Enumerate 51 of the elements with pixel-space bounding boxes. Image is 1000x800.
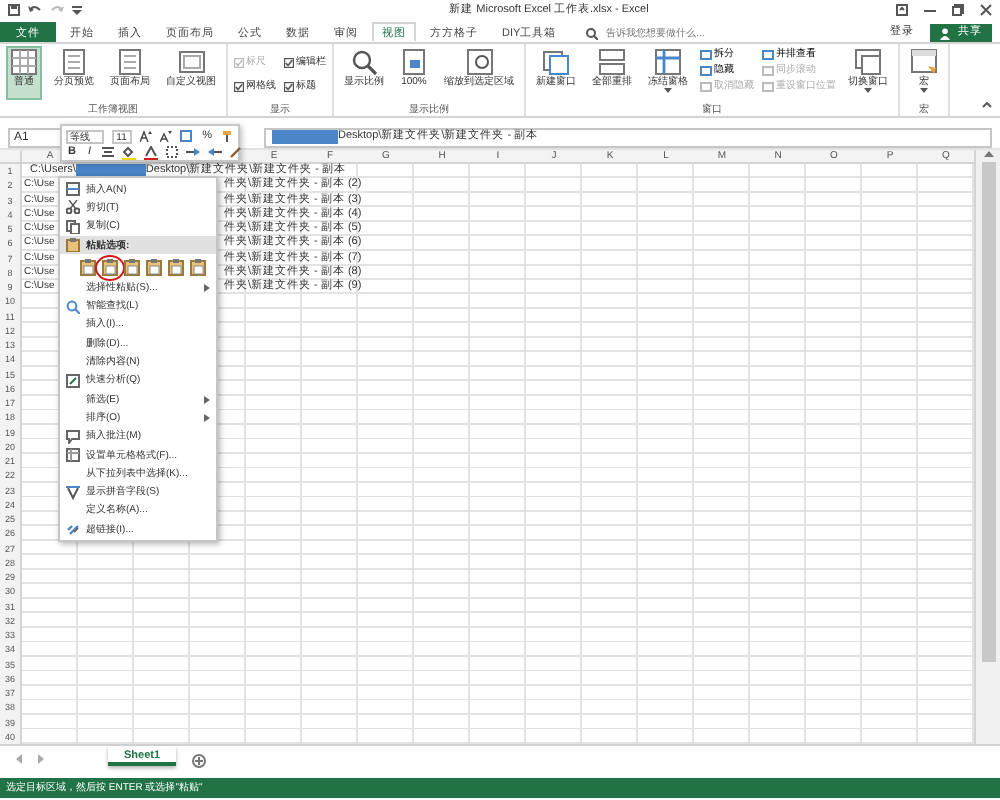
comment-icon (66, 429, 80, 444)
insert-icon (66, 182, 80, 197)
new-window-icon (542, 48, 570, 76)
link-icon (66, 522, 80, 537)
paste-option-icon[interactable] (168, 257, 184, 276)
search-icon (586, 28, 599, 40)
zoom-selection-icon (465, 48, 493, 76)
format-painter-icon[interactable] (222, 130, 234, 142)
paste-option-icon[interactable] (102, 257, 118, 276)
paste-option-icon[interactable] (146, 257, 162, 276)
checkbox[interactable] (234, 81, 244, 91)
submenu-arrow-icon (204, 283, 210, 292)
copy-icon (66, 219, 80, 234)
scroll-up-icon[interactable] (983, 150, 993, 158)
paste-option-icon[interactable] (80, 257, 96, 276)
paste-option-icon[interactable] (124, 257, 140, 276)
maximize-icon[interactable] (952, 4, 964, 16)
vertical-scrollbar[interactable] (974, 150, 1000, 744)
scissors-icon (66, 200, 80, 215)
save-icon[interactable] (8, 4, 20, 16)
collapse-ribbon-icon[interactable] (982, 102, 992, 108)
page-icon (60, 48, 88, 76)
paste-option-icon[interactable] (190, 257, 206, 276)
frame-icon (177, 48, 205, 76)
freeze-panes-icon (654, 48, 682, 76)
undo-icon[interactable] (28, 4, 42, 16)
brush-icon[interactable] (229, 146, 242, 158)
checkbox[interactable] (284, 81, 294, 91)
minimize-icon[interactable] (924, 4, 936, 16)
arrange-windows-icon (598, 48, 626, 76)
decrease-font-icon[interactable] (160, 130, 173, 142)
customize-icon[interactable] (72, 4, 82, 16)
grid-page-icon (10, 48, 38, 76)
borders-icon[interactable] (165, 146, 178, 158)
increase-font-icon[interactable] (140, 130, 153, 142)
font-color-icon[interactable] (143, 145, 158, 159)
search-icon (66, 299, 80, 314)
clipboard-icon (66, 238, 80, 253)
macro-icon (910, 48, 938, 76)
ribbon-options-icon[interactable] (896, 4, 908, 16)
page-icon (116, 48, 144, 76)
close-icon[interactable] (980, 4, 992, 16)
page-zoom-icon (400, 48, 428, 76)
magnifier-icon (350, 48, 378, 76)
windows-icon (854, 48, 882, 76)
quick-analysis-icon (66, 373, 80, 388)
format-cells-icon (66, 448, 80, 462)
fill-color-icon[interactable] (121, 145, 136, 159)
align-icon[interactable] (101, 146, 114, 158)
checkbox[interactable] (284, 57, 294, 67)
add-sheet-icon[interactable] (192, 754, 207, 768)
